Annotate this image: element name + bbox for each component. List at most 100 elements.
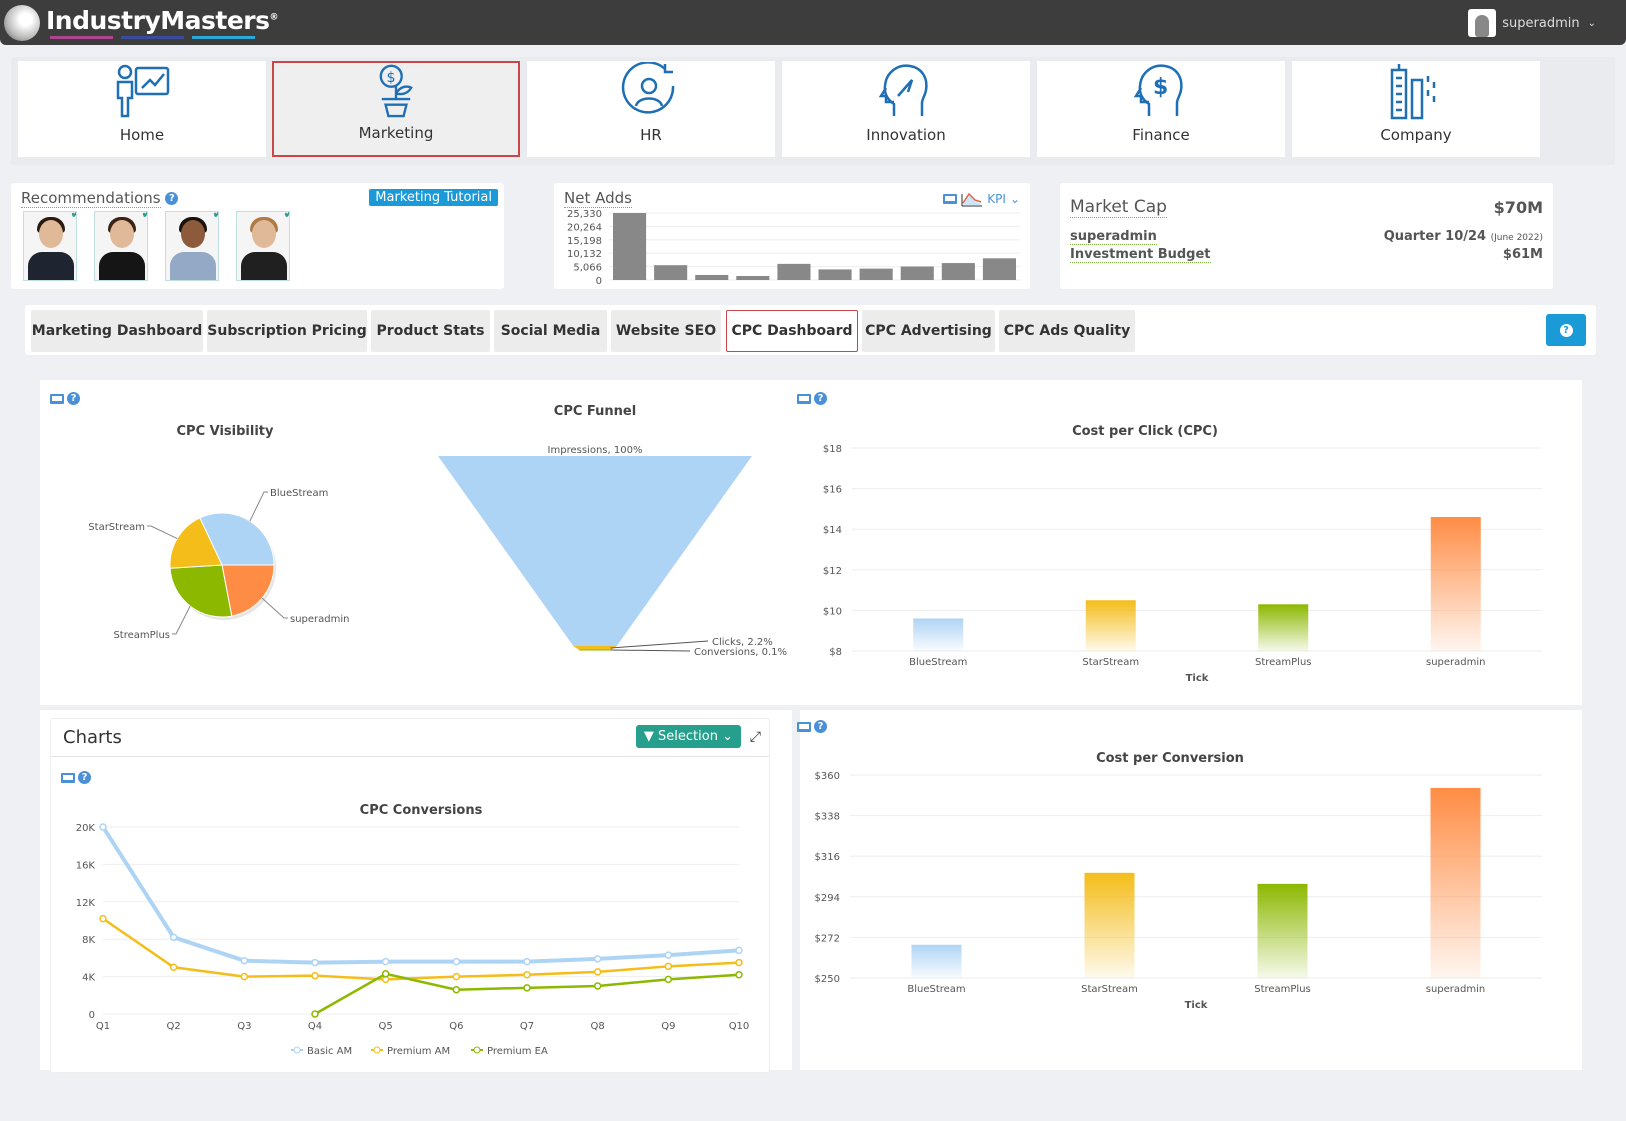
- data-point: [311, 1010, 319, 1018]
- x-tick-label: Q8: [591, 1021, 605, 1032]
- advisor-card[interactable]: ✔: [94, 211, 148, 281]
- market-cap-value: $70M: [1493, 198, 1543, 217]
- y-tick-label: $14: [823, 525, 842, 536]
- buildings-icon: [1390, 64, 1436, 120]
- x-axis-label: Tick: [1186, 673, 1209, 684]
- nav-marketing[interactable]: $ Marketing: [272, 61, 520, 157]
- nav-label: Marketing: [358, 124, 434, 142]
- x-tick-label: Q5: [379, 1021, 393, 1032]
- data-point: [664, 962, 673, 971]
- help-icon[interactable]: ?: [165, 192, 179, 205]
- tab-marketing-dashboard[interactable]: Marketing Dashboard: [31, 310, 203, 352]
- svg-text:$: $: [387, 70, 396, 86]
- funnel-connector: [610, 649, 691, 652]
- bar: [1258, 604, 1309, 651]
- tab-product-stats[interactable]: Product Stats: [371, 310, 490, 352]
- x-tick-label: StreamPlus: [1255, 657, 1312, 668]
- bar: [1430, 517, 1481, 651]
- data-point: [381, 970, 390, 978]
- data-point: [735, 946, 743, 955]
- tab-social-media[interactable]: Social Media: [494, 310, 607, 352]
- x-tick-label: Q7: [520, 1021, 534, 1032]
- nav-company[interactable]: Company: [1292, 61, 1540, 157]
- avatar: [1468, 9, 1497, 37]
- tab-website-seo[interactable]: Website SEO: [611, 310, 721, 352]
- recommendations-title: Recommendations: [21, 189, 161, 208]
- y-tick-label: 25,330: [567, 209, 602, 220]
- nav-finance[interactable]: $ Finance: [1037, 61, 1285, 157]
- data-point: [311, 971, 319, 980]
- cost-per-conversion-chart: $360 $338 $316 $294 $272 $250 BlueStream StarSt…: [815, 771, 1542, 1011]
- nav-label: Home: [119, 126, 165, 144]
- tab-cpc-advertising[interactable]: CPC Advertising: [862, 310, 995, 352]
- y-tick-label: $8: [829, 647, 842, 658]
- y-tick-label: 0: [89, 1010, 95, 1021]
- brand-name: IndustryMasters: [46, 5, 270, 35]
- pie-label: BlueStream: [270, 488, 328, 499]
- check-icon: ✔: [283, 212, 289, 222]
- data-point: [735, 970, 743, 979]
- net-adds-bar: [613, 213, 647, 280]
- money-plant-icon: $: [379, 64, 413, 118]
- tab-cpc-dashboard[interactable]: CPC Dashboard: [726, 310, 858, 352]
- tab-subscription-pricing[interactable]: Subscription Pricing: [207, 310, 367, 352]
- data-point: [593, 968, 602, 976]
- user-silhouette-icon: [1475, 15, 1490, 37]
- data-point: [452, 985, 461, 994]
- series-line: [101, 825, 740, 965]
- net-adds-bar: [900, 266, 934, 280]
- data-point: [311, 958, 319, 967]
- pie-slice: [169, 564, 233, 618]
- data-point: [664, 951, 673, 959]
- bar: [1257, 883, 1308, 978]
- investment-budget-label: Investment Budget: [1070, 247, 1211, 263]
- help-icon: ?: [1559, 323, 1573, 337]
- bar: [911, 944, 962, 978]
- check-icon: ✔: [212, 212, 218, 222]
- brand-logo[interactable]: IndustryMasters®: [4, 2, 278, 44]
- advisor-card[interactable]: ✔: [23, 211, 77, 281]
- net-adds-card: Net Adds KPI ⌄ 25,330 20,264 15,198 10,132 5…: [554, 183, 1030, 289]
- module-nav: Home $ Marketing HR Innovation $ Finance…: [11, 57, 1615, 165]
- marketing-tutorial-button[interactable]: Marketing Tutorial: [369, 189, 498, 206]
- y-tick-label: $338: [815, 812, 840, 823]
- y-tick-label: $272: [815, 933, 840, 944]
- presenter-chart-icon: [116, 64, 170, 118]
- data-point: [99, 914, 107, 923]
- pie-connector: [249, 491, 268, 522]
- funnel-stage-impressions: [438, 456, 752, 646]
- nav-innovation[interactable]: Innovation: [782, 61, 1030, 157]
- data-point: [664, 975, 673, 984]
- y-tick-label: 15,198: [567, 236, 602, 247]
- pie-connector: [261, 597, 288, 619]
- quarter-date: (June 2022): [1490, 233, 1543, 243]
- y-tick-label: 20,264: [567, 222, 602, 233]
- market-cap-card: Market Cap $70M superadmin Quarter 10/24…: [1060, 183, 1553, 289]
- pie-label: superadmin: [290, 614, 350, 625]
- y-tick-label: 16K: [76, 860, 96, 871]
- legend-label: Premium AM: [387, 1046, 450, 1057]
- help-button[interactable]: ?: [1546, 314, 1586, 346]
- y-tick-label: 4K: [82, 973, 95, 984]
- quarter-info: Quarter 10/24 (June 2022): [1384, 229, 1543, 244]
- user-menu[interactable]: superadmin ⌄: [1468, 9, 1596, 37]
- svg-text:$: $: [1153, 75, 1168, 100]
- market-cap-title: Market Cap: [1070, 197, 1167, 218]
- tab-cpc-ads-quality[interactable]: CPC Ads Quality: [999, 310, 1135, 352]
- data-point: [169, 963, 178, 971]
- marketing-tabs: Marketing Dashboard Subscription Pricing…: [25, 305, 1596, 355]
- pie-connector: [172, 605, 191, 635]
- person-cycle-icon: [621, 62, 675, 114]
- data-point: [523, 970, 531, 979]
- data-point: [523, 957, 531, 966]
- recommendations-card: Recommendations ? Marketing Tutorial ✔ ✔…: [11, 183, 504, 289]
- data-point: [452, 972, 461, 981]
- cpc-visibility-chart: BlueStream superadmin StreamPlus StarStream: [88, 488, 350, 641]
- nav-hr[interactable]: HR: [527, 61, 775, 157]
- advisor-card[interactable]: ✔: [165, 211, 219, 281]
- nav-home[interactable]: Home: [18, 61, 266, 157]
- advisor-card[interactable]: ✔: [236, 211, 290, 281]
- data-point: [452, 957, 461, 966]
- registered-mark: ®: [269, 12, 279, 23]
- cpc-bar-chart: $18 $16 $14 $12 $10 $8 BlueStream StarStream Str…: [823, 444, 1542, 684]
